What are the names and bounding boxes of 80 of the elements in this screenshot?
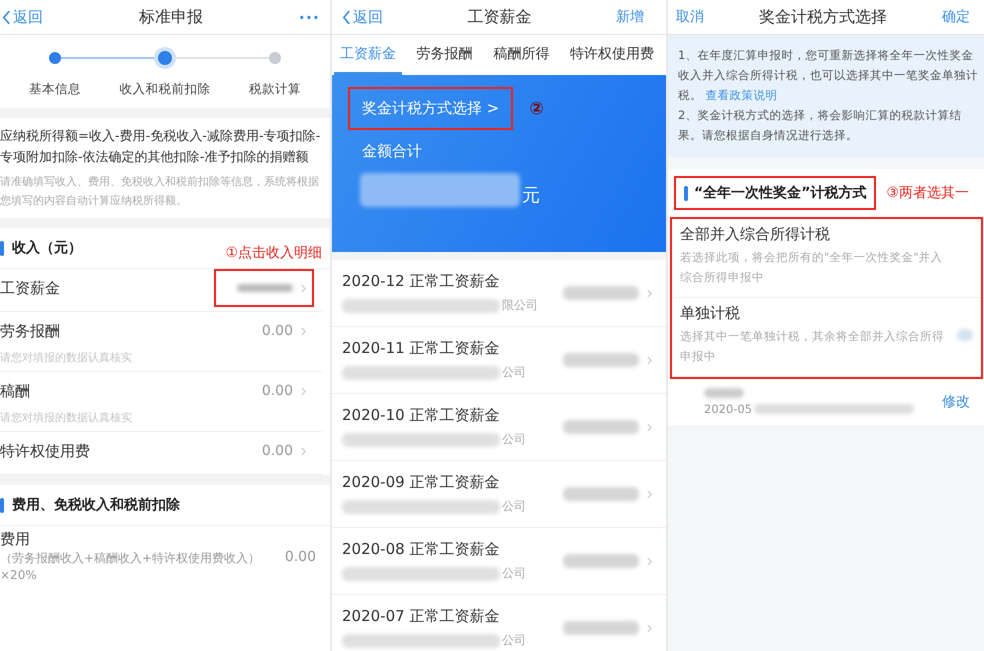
record-title: 2020-07 正常工资薪金 (342, 607, 500, 626)
income-label: 特许权使用费 (0, 442, 90, 460)
page-title: 工资薪金 (468, 6, 532, 28)
salary-record[interactable]: 2020-10 正常工资薪金 公司 (332, 394, 666, 461)
chevron-left-icon (2, 10, 11, 24)
step-label: 税款计算 (249, 81, 301, 98)
tab[interactable]: 稿酬所得 (487, 35, 556, 75)
notice-text: 2、奖金计税方式的选择，将会影响汇算的税款计算结果。请您根据自身情况进行选择。 (678, 107, 962, 144)
record-title: 2020-08 正常工资薪金 (342, 540, 500, 559)
company-name: 限公司 (502, 297, 538, 314)
income-row[interactable]: 稿酬 0.00 请您对填报的数据认真核实 (0, 372, 322, 432)
blurred-value (957, 329, 973, 341)
amount-value: 0.00 (262, 383, 293, 399)
company-name: 公司 (502, 632, 526, 649)
tab[interactable]: 特许权使用费 (564, 35, 660, 75)
method-option[interactable]: 全部并入综合所得计税 若选择此项，将会把所有的"全年一次性奖金"并入综合所得申报中 (672, 219, 981, 298)
notice-text: 1、在年度汇算申报时，您可重新选择将全年一次性奖金收入并入综合所得计税，也可以选择其中一笔奖金单独计税。 查看政策说明 (678, 47, 978, 104)
blurred-value (237, 284, 293, 292)
chevron-right-icon (301, 326, 306, 336)
amount-value: 0.00 (262, 443, 293, 459)
salary-record[interactable]: 2020-12 正常工资薪金 限公司 (332, 260, 666, 327)
chevron-right-icon (647, 288, 652, 298)
company-name: 公司 (502, 498, 526, 515)
page-title: 标准申报 (138, 6, 203, 28)
chevron-right-icon (647, 356, 652, 364)
salary-record[interactable]: 2020-09 正常工资薪金 公司 (332, 461, 666, 528)
salary-record[interactable]: 2020-08 正常工资薪金 公司 (332, 528, 666, 595)
chevron-right-icon (647, 422, 652, 432)
chevron-right-icon (301, 446, 306, 456)
income-row[interactable]: 工资薪金 (0, 269, 322, 312)
annotation-text: ② (529, 98, 544, 118)
income-label: 稿酬 (0, 382, 30, 400)
tab[interactable]: 劳务报酬 (410, 35, 479, 75)
unit-label: 元 (522, 184, 540, 207)
step-label: 收入和税前扣除 (120, 81, 210, 98)
record-title: 2020-12 正常工资薪金 (342, 272, 500, 291)
page-title: 奖金计税方式选择 (759, 6, 887, 28)
expense-label: 费用 (0, 530, 31, 549)
section-marker (0, 240, 4, 256)
income-label: 工资薪金 (0, 278, 60, 298)
income-label: 劳务报酬 (0, 322, 60, 340)
income-row[interactable]: 劳务报酬 0.00 请您对填报的数据认真核实 (0, 312, 322, 372)
option-title: 单独计税 (680, 304, 741, 323)
chevron-right-icon (301, 386, 306, 396)
total-label: 金额合计 (361, 142, 423, 161)
chevron-right-icon (647, 556, 652, 566)
salary-record[interactable]: 2020-11 正常工资薪金 公司 (332, 327, 666, 394)
company-name: 公司 (502, 364, 526, 381)
record-title: 2020-09 正常工资薪金 (342, 473, 500, 492)
section-marker (0, 498, 4, 512)
bonus-method-link[interactable]: 奖金计税方式选择 > (348, 87, 514, 130)
section-title: “全年一次性奖金”计税方式 (694, 184, 866, 202)
blurred-text (704, 388, 744, 398)
salary-record[interactable]: 2020-07 正常工资薪金 公司 (332, 595, 666, 651)
section-marker (684, 186, 688, 200)
chevron-left-icon (342, 10, 351, 24)
row-hint: 请您对填报的数据认真核实 (0, 350, 133, 365)
step-label: 基本信息 (29, 81, 81, 98)
chevron-right-icon (647, 490, 652, 498)
option-description: 若选择此项，将会把所有的"全年一次性奖金"并入综合所得申报中 (680, 249, 944, 286)
annotation-text: ③两者选其一 (886, 184, 969, 202)
entry-date: 2020-05 (704, 402, 752, 416)
company-name: 公司 (502, 431, 526, 448)
record-title: 2020-11 正常工资薪金 (342, 339, 500, 358)
company-name: 公司 (502, 565, 526, 582)
expense-note: （劳务报酬收入+稿酬收入+特许权使用费收入）×20% (0, 550, 262, 584)
hint-text: 请准确填写收入、费用、免税收入和税前扣除等信息，系统将根据您填写的内容自动计算应纳税所得额。 (0, 174, 320, 209)
section-title: 费用、免税收入和税前扣除 (12, 496, 180, 514)
method-option[interactable]: 单独计税 选择其中一笔单独计税，其余将全部并入综合所得申报中 (672, 298, 981, 377)
section-title: 收入（元） (12, 239, 82, 257)
amount-value: 0.00 (262, 323, 293, 339)
option-title: 全部并入综合所得计税 (680, 225, 831, 244)
option-description: 选择其中一笔单独计税，其余将全部并入综合所得申报中 (680, 328, 945, 365)
formula-text: 应纳税所得额=收入-费用-免税收入-减除费用-专项扣除-专项附加扣除-依法确定的其他扣除-准予扣除的捐赠额 (0, 128, 322, 167)
row-hint: 请您对填报的数据认真核实 (0, 410, 133, 425)
chevron-right-icon (301, 284, 306, 292)
annotation-text: ①点击收入明细 (225, 244, 322, 262)
record-title: 2020-10 正常工资薪金 (342, 406, 500, 425)
amount-value: 0.00 (284, 549, 316, 565)
chevron-right-icon (647, 624, 652, 632)
